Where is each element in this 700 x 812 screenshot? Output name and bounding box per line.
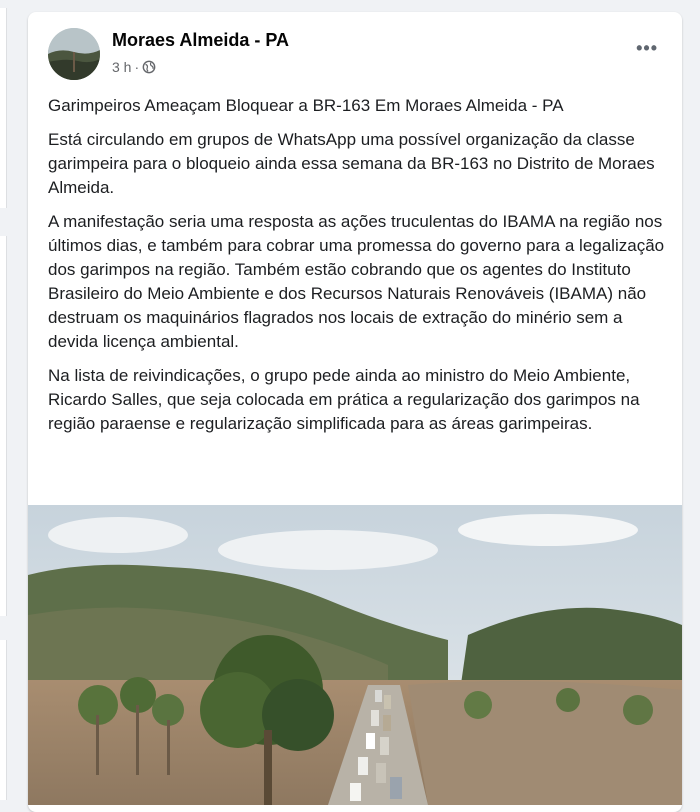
meta-separator: · xyxy=(134,59,140,75)
post-text: Garimpeiros Ameaçam Bloquear a BR-163 Em… xyxy=(48,94,668,446)
post-paragraph: Garimpeiros Ameaçam Bloquear a BR-163 Em… xyxy=(48,96,564,115)
avatar[interactable] xyxy=(48,28,100,80)
author-name[interactable]: Moraes Almeida - PA xyxy=(112,30,289,51)
more-options-icon[interactable]: ••• xyxy=(636,38,658,59)
post-meta: 3 h · xyxy=(112,59,156,75)
post-timestamp[interactable]: 3 h xyxy=(112,59,131,75)
left-panel-edge xyxy=(0,640,7,800)
post-paragraph: Está circulando em grupos de WhatsApp um… xyxy=(48,130,655,197)
post-paragraph: Na lista de reivindicações, o grupo pede… xyxy=(48,366,640,433)
left-panel-edge xyxy=(0,8,7,208)
post-card: Moraes Almeida - PA 3 h · ••• Garimpeiro… xyxy=(28,12,682,812)
post-photo[interactable] xyxy=(28,505,682,805)
post-paragraph: A manifestação seria uma resposta as açõ… xyxy=(48,212,665,351)
globe-icon[interactable] xyxy=(142,60,156,74)
highway-blockade-photo xyxy=(28,505,682,805)
left-panel-edge xyxy=(0,236,7,616)
avatar-image xyxy=(48,28,100,80)
post-header: Moraes Almeida - PA 3 h · ••• xyxy=(28,12,682,92)
